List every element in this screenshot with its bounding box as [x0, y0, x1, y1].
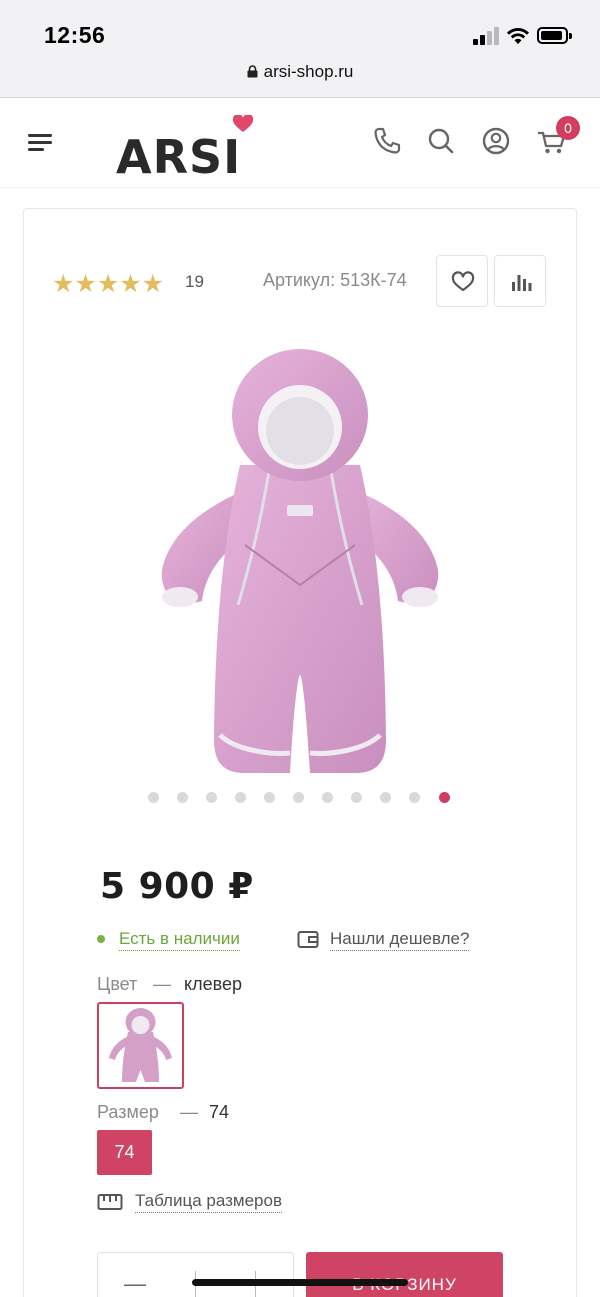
gallery-dot-active[interactable] [439, 792, 450, 803]
add-to-cart-button[interactable]: В КОРЗИНУ [306, 1252, 503, 1297]
wallet-icon [297, 931, 319, 948]
color-swatch-klever[interactable] [97, 1002, 184, 1089]
heart-logo-icon [233, 115, 253, 132]
heart-icon [451, 271, 475, 292]
favorite-button[interactable] [436, 255, 488, 307]
rating-stars[interactable]: ★★★★★ [52, 269, 164, 299]
stock-status-link[interactable]: Есть в наличии [119, 929, 240, 951]
size-table-link[interactable]: Таблица размеров [135, 1191, 282, 1213]
gallery-dot[interactable] [322, 792, 333, 803]
color-separator: — [153, 974, 171, 994]
compare-chart-icon [512, 275, 532, 291]
search-icon[interactable] [424, 124, 458, 158]
ruler-icon [97, 1194, 123, 1210]
phone-icon[interactable] [370, 124, 404, 158]
url-text: arsi-shop.ru [263, 62, 354, 81]
size-label: Размер [97, 1102, 159, 1122]
home-indicator [192, 1279, 408, 1286]
gallery-dot[interactable] [177, 792, 188, 803]
site-logo[interactable]: ARSI [116, 115, 256, 184]
product-price: 5 900 ₽ [100, 866, 254, 907]
product-sku: Артикул: 513К-74 [263, 270, 407, 290]
cellular-signal-icon [473, 27, 499, 45]
color-swatch-image [109, 1008, 172, 1082]
in-stock-indicator [97, 935, 105, 943]
wifi-icon [507, 28, 529, 44]
address-bar[interactable]: arsi-shop.ru [0, 62, 600, 82]
gallery-dot[interactable] [235, 792, 246, 803]
gallery-dot[interactable] [380, 792, 391, 803]
size-value: 74 [209, 1102, 230, 1122]
gallery-dot[interactable] [409, 792, 420, 803]
compare-button[interactable] [494, 255, 546, 307]
color-value: клевер [184, 974, 242, 994]
size-separator: — [180, 1102, 198, 1122]
logo-text: ARSI [116, 130, 242, 184]
found-cheaper-link[interactable]: Нашли дешевле? [330, 929, 470, 951]
account-icon[interactable] [479, 124, 513, 158]
menu-icon[interactable] [28, 134, 52, 151]
gallery-dot[interactable] [264, 792, 275, 803]
gallery-dot[interactable] [148, 792, 159, 803]
quantity-decrease-button[interactable]: — [124, 1271, 146, 1297]
browser-status-bar: 12:56 arsi-shop.ru [0, 0, 600, 98]
quantity-stepper: — 1 + [97, 1252, 294, 1297]
gallery-dot[interactable] [351, 792, 362, 803]
size-option-74[interactable]: 74 [97, 1130, 152, 1175]
status-time: 12:56 [44, 22, 106, 48]
site-header: ARSI 0 [0, 98, 600, 188]
lock-icon [247, 63, 258, 78]
cart-count-badge: 0 [556, 116, 580, 140]
product-image[interactable] [150, 345, 450, 780]
gallery-dot[interactable] [293, 792, 304, 803]
color-label: Цвет [97, 974, 138, 994]
battery-icon [537, 27, 572, 44]
gallery-dot[interactable] [206, 792, 217, 803]
rating-count[interactable]: 19 [185, 272, 204, 292]
